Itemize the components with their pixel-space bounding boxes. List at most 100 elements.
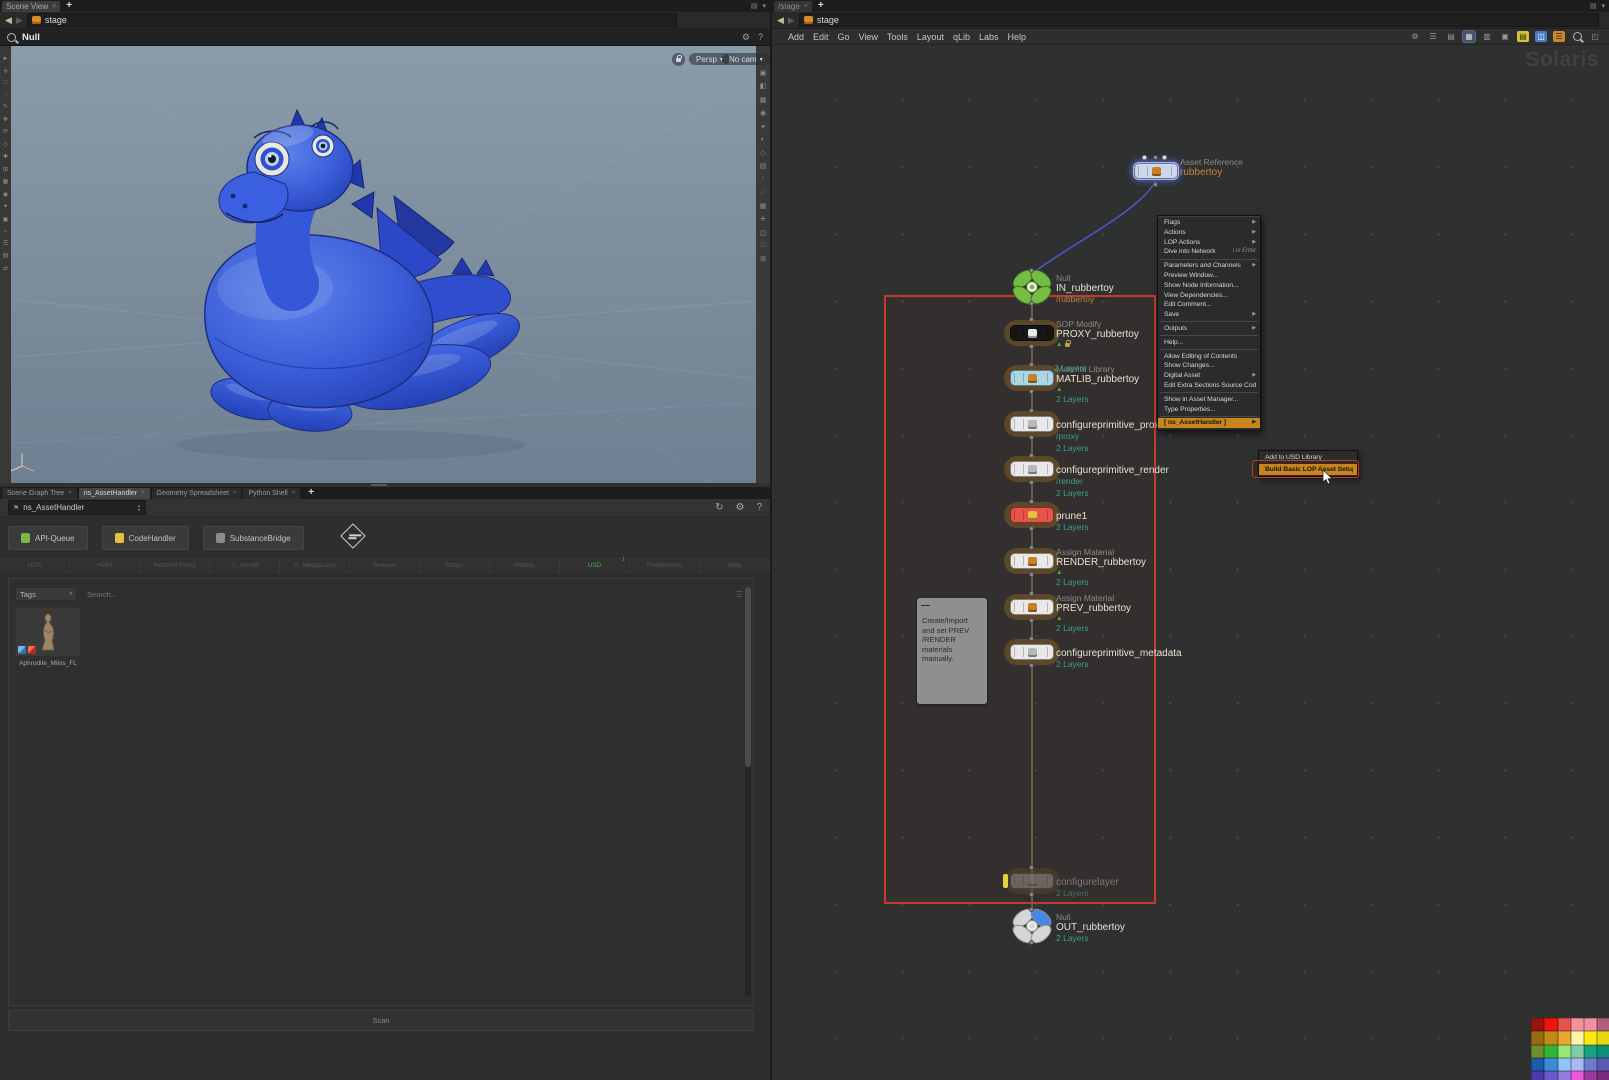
- menu-qlib[interactable]: qLib: [953, 32, 970, 42]
- search-icon[interactable]: [7, 33, 16, 42]
- expand-icon[interactable]: ⊞: [760, 255, 766, 263]
- grid-view-off-icon[interactable]: ▥: [1481, 31, 1493, 42]
- add-panel-tab-icon[interactable]: +: [308, 488, 314, 498]
- node-in-rubbertoy[interactable]: [1004, 274, 1060, 300]
- output-dot[interactable]: [1029, 480, 1034, 485]
- node-body[interactable]: [1010, 325, 1054, 341]
- layers-icon[interactable]: ▤: [3, 252, 9, 259]
- node-configureprimitive-metadata[interactable]: [1004, 639, 1060, 665]
- node-body[interactable]: [1010, 599, 1054, 615]
- tags-filter-select[interactable]: Tags ▾: [15, 587, 77, 601]
- minimize-icon[interactable]: —: [921, 602, 929, 609]
- output-dot[interactable]: [1153, 182, 1158, 187]
- input-dot[interactable]: [1153, 155, 1158, 160]
- refresh-icon[interactable]: ↻: [715, 502, 723, 513]
- menu-item-flags[interactable]: Flags▶: [1158, 218, 1260, 228]
- normals-icon[interactable]: ↑: [761, 176, 765, 183]
- palette-swatch[interactable]: [1531, 1045, 1544, 1058]
- input-dot[interactable]: [1029, 362, 1034, 367]
- scale-icon[interactable]: ◇: [3, 141, 8, 148]
- category-arnold[interactable]: ⒶArnold: [210, 557, 280, 574]
- data-tree-icon[interactable]: ◫: [1535, 31, 1547, 42]
- palette-swatch[interactable]: [1584, 1031, 1597, 1044]
- help-icon[interactable]: ?: [758, 32, 763, 43]
- shading-icon[interactable]: ◐: [761, 136, 765, 143]
- menu-item-save[interactable]: Save▶: [1158, 310, 1260, 320]
- menu-item-ns-assethandler[interactable]: [ ns_AssetHandler ]▶: [1158, 418, 1260, 428]
- palette-swatch[interactable]: [1558, 1058, 1571, 1071]
- wireframe-icon[interactable]: ◇: [760, 149, 765, 157]
- palette-swatch[interactable]: [1531, 1018, 1544, 1031]
- forward-icon[interactable]: ▶: [16, 15, 23, 26]
- category-redshift-proxy[interactable]: Redshift Proxy: [140, 557, 210, 574]
- palette-swatch[interactable]: [1597, 1071, 1609, 1080]
- asset-card-aphrodite-milos-fl[interactable]: Aphrodite_Milos_FL: [15, 607, 81, 667]
- palette-swatch[interactable]: [1584, 1058, 1597, 1071]
- viewport-3d[interactable]: ►✛□◌✎✥⟳◇✚⊞▦◉✦▣↔☰▤⇄ ⌂▣◧▦◉✦◐◇▤↑∴▦✛◫□⊞ Pers…: [0, 46, 770, 483]
- node-body[interactable]: [1134, 163, 1178, 179]
- menu-item-parameters-and-channels[interactable]: Parameters and Channels▶: [1158, 261, 1260, 271]
- pointer-icon[interactable]: ►: [3, 56, 9, 62]
- menu-go[interactable]: Go: [838, 32, 850, 42]
- tab-stage[interactable]: /stage ×: [774, 1, 812, 12]
- menu-layout[interactable]: Layout: [917, 32, 944, 42]
- menu-tools[interactable]: Tools: [887, 32, 908, 42]
- palette-swatch[interactable]: [1597, 1018, 1609, 1031]
- mirror-icon[interactable]: ⇄: [3, 265, 8, 272]
- palette-swatch[interactable]: [1544, 1071, 1557, 1080]
- crop-icon[interactable]: □: [761, 242, 765, 249]
- node-body[interactable]: [1010, 461, 1054, 477]
- palette-swatch[interactable]: [1571, 1071, 1584, 1080]
- tree-view-icon[interactable]: ☰: [1427, 31, 1439, 42]
- move-icon[interactable]: ✥: [3, 116, 8, 123]
- panel-tab-scene-graph-tree[interactable]: Scene Graph Tree×: [2, 488, 77, 499]
- gizmo-icon[interactable]: ✛: [760, 215, 766, 223]
- mask-icon[interactable]: ◫: [760, 229, 767, 237]
- palette-swatch[interactable]: [1584, 1018, 1597, 1031]
- node-prev-rubbertoy[interactable]: [1004, 594, 1060, 620]
- network-canvas[interactable]: Solaris Asset ReferencerubbertoyNullIN_r…: [772, 45, 1609, 1080]
- close-icon[interactable]: ×: [804, 3, 808, 10]
- palette-swatch[interactable]: [1571, 1018, 1584, 1031]
- panel-tab-python-shell[interactable]: Python Shell×: [243, 488, 300, 499]
- gear-icon[interactable]: ⚙: [735, 502, 744, 513]
- menu-item-show-in-asset-manager[interactable]: Show in Asset Manager...: [1158, 395, 1260, 405]
- menu-labs[interactable]: Labs: [979, 32, 999, 42]
- palette-swatch[interactable]: [1544, 1031, 1557, 1044]
- node-body[interactable]: [1010, 370, 1054, 386]
- close-icon[interactable]: ×: [292, 490, 296, 496]
- output-dot[interactable]: [1029, 572, 1034, 577]
- pane-split-icon[interactable]: ▾: [762, 2, 766, 10]
- menu-item-show-node-information[interactable]: Show Node Information...: [1158, 281, 1260, 291]
- output-dot[interactable]: [1029, 389, 1034, 394]
- menu-item-allow-editing-of-contents[interactable]: Allow Editing of Contents: [1158, 352, 1260, 362]
- task-graph-icon[interactable]: ☰: [1553, 31, 1565, 42]
- palette-swatch[interactable]: [1531, 1071, 1544, 1080]
- node-configureprimitive-proxy[interactable]: [1004, 411, 1060, 437]
- menu-item-digital-asset[interactable]: Digital Asset▶: [1158, 371, 1260, 381]
- render-region-icon[interactable]: ▣: [3, 216, 9, 223]
- palette-swatch[interactable]: [1531, 1031, 1544, 1044]
- gear-icon[interactable]: ⚙: [742, 32, 750, 43]
- category-shops[interactable]: Shops: [420, 557, 490, 574]
- close-icon[interactable]: ×: [141, 490, 145, 496]
- help-icon[interactable]: ?: [756, 502, 762, 513]
- palette-swatch[interactable]: [1558, 1031, 1571, 1044]
- input-dot[interactable]: [1029, 408, 1034, 413]
- palette-swatch[interactable]: [1571, 1058, 1584, 1071]
- category-usd[interactable]: USD1: [560, 557, 630, 574]
- grid-toggle-icon[interactable]: ▦: [760, 202, 767, 210]
- select-box-icon[interactable]: □: [4, 80, 8, 86]
- category-preferences[interactable]: Preferences: [630, 557, 700, 574]
- palette-swatch[interactable]: [1544, 1018, 1557, 1031]
- node-matlib-rubbertoy[interactable]: [1004, 365, 1060, 391]
- input-dot[interactable]: [1029, 907, 1034, 912]
- output-dot[interactable]: [1029, 344, 1034, 349]
- output-dot[interactable]: [1029, 301, 1034, 306]
- node-body[interactable]: [1010, 873, 1054, 889]
- close-icon[interactable]: ×: [52, 3, 56, 10]
- menu-item-view-dependencies[interactable]: View Dependencies...: [1158, 291, 1260, 301]
- menu-help[interactable]: Help: [1008, 32, 1027, 42]
- snap-icon[interactable]: ⊞: [3, 166, 8, 173]
- camera-lock-button[interactable]: [672, 53, 685, 66]
